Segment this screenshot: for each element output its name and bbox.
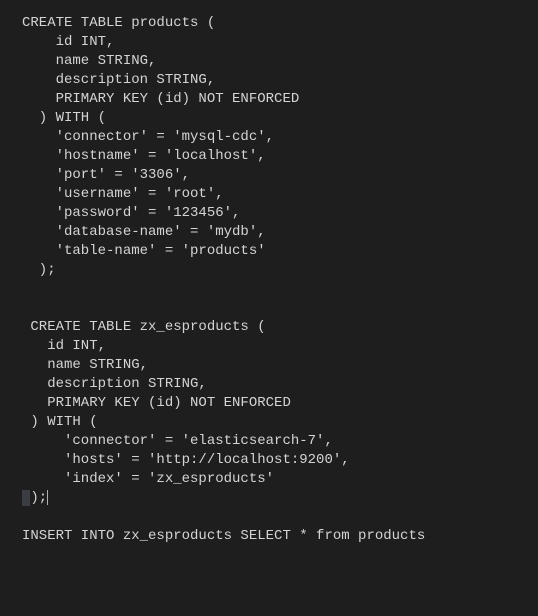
- code-line: 'connector' = 'elasticsearch-7',: [22, 433, 333, 449]
- text-cursor: [47, 490, 48, 505]
- code-line: PRIMARY KEY (id) NOT ENFORCED: [22, 91, 299, 107]
- code-line: ) WITH (: [22, 414, 98, 430]
- code-line: name STRING,: [22, 53, 156, 69]
- code-line: 'hosts' = 'http://localhost:9200',: [22, 452, 350, 468]
- code-line: 'connector' = 'mysql-cdc',: [22, 129, 274, 145]
- code-line: id INT,: [22, 338, 106, 354]
- code-line: 'index' = 'zx_esproducts': [22, 471, 274, 487]
- code-line: CREATE TABLE zx_esproducts (: [22, 319, 266, 335]
- code-line: );: [22, 262, 56, 278]
- code-line: ) WITH (: [22, 110, 106, 126]
- code-line: CREATE TABLE products (: [22, 15, 215, 31]
- code-editor[interactable]: CREATE TABLE products ( id INT, name STR…: [0, 0, 538, 616]
- code-line: INSERT INTO zx_esproducts SELECT * from …: [22, 528, 425, 544]
- code-line: 'table-name' = 'products': [22, 243, 266, 259]
- code-line: description STRING,: [22, 376, 207, 392]
- code-line: 'database-name' = 'mydb',: [22, 224, 266, 240]
- code-line: id INT,: [22, 34, 114, 50]
- code-line: 'port' = '3306',: [22, 167, 190, 183]
- code-line: 'username' = 'root',: [22, 186, 224, 202]
- code-line: PRIMARY KEY (id) NOT ENFORCED: [22, 395, 291, 411]
- code-line: name STRING,: [22, 357, 148, 373]
- code-line: description STRING,: [22, 72, 215, 88]
- code-line: 'password' = '123456',: [22, 205, 240, 221]
- code-line: );: [22, 490, 47, 506]
- code-line: 'hostname' = 'localhost',: [22, 148, 266, 164]
